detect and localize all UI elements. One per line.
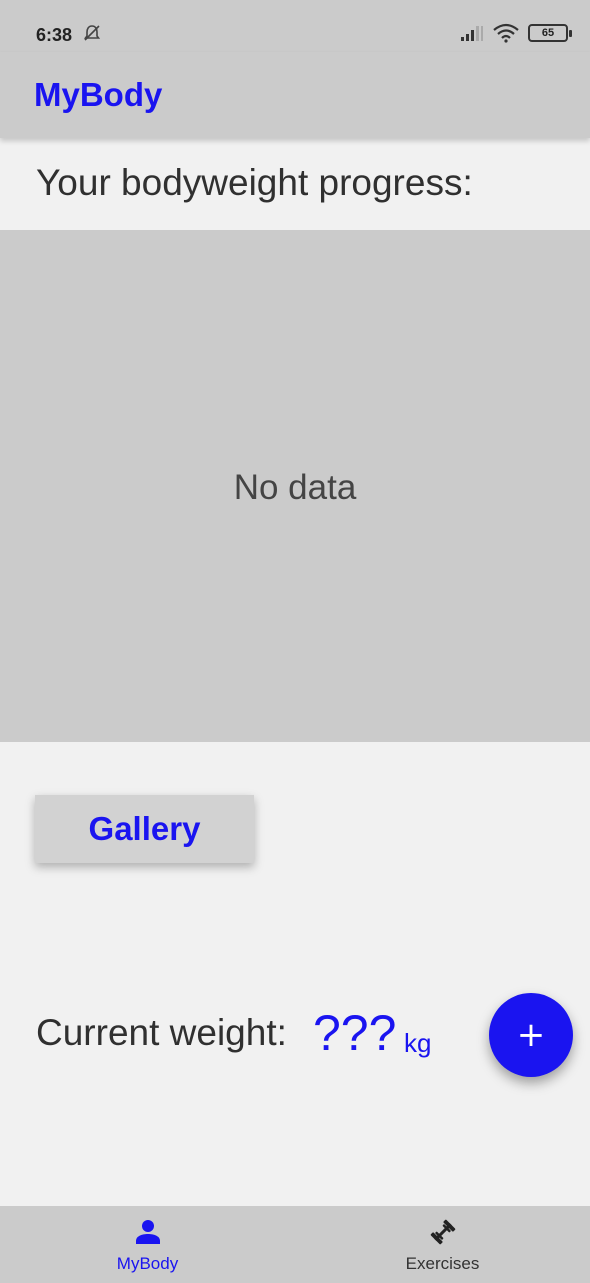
app-bar: MyBody [0, 52, 590, 138]
progress-heading: Your bodyweight progress: [36, 162, 473, 203]
signal-icon [461, 26, 483, 41]
current-weight-value: ??? [313, 1005, 397, 1061]
plus-icon: + [516, 1015, 546, 1055]
dumbbell-icon [430, 1219, 455, 1245]
nav-item-mybody[interactable]: MyBody [0, 1206, 295, 1283]
bodyweight-chart: No data [0, 230, 590, 742]
battery-icon: 65 [528, 24, 572, 42]
person-icon [135, 1220, 160, 1244]
battery-level: 65 [541, 27, 555, 39]
alarm-off-icon [83, 25, 101, 41]
status-icons: 65 [460, 22, 572, 44]
nav-item-exercises[interactable]: Exercises [295, 1206, 590, 1283]
nav-label-exercises: Exercises [405, 1254, 480, 1273]
current-weight-label: Current weight: [36, 1012, 287, 1053]
gallery-button[interactable]: Gallery [35, 795, 254, 863]
chart-empty-text: No data [233, 468, 357, 507]
add-weight-button[interactable]: + [489, 993, 573, 1077]
status-time: 6:38 [36, 25, 73, 45]
status-bar: 6:38 65 [0, 0, 590, 52]
nav-label-mybody: MyBody [116, 1254, 179, 1273]
current-weight-unit: kg [404, 1028, 432, 1058]
app-screen: 6:38 65 MyBody Your bodyweight progress:… [0, 0, 590, 1283]
wifi-icon [493, 23, 519, 43]
bottom-navigation: MyBody Exercises [0, 1206, 590, 1283]
app-title: MyBody [34, 76, 163, 113]
